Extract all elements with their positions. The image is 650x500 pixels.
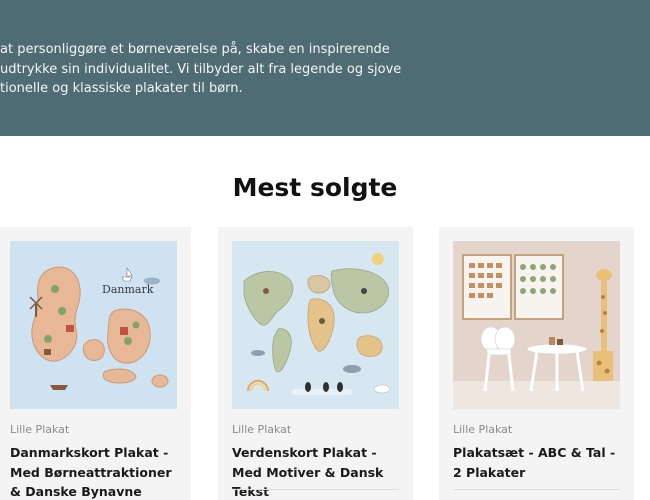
- product-vendor: Lille Plakat: [453, 423, 513, 436]
- product-image[interactable]: [232, 241, 399, 409]
- hero-banner: at personliggøre et børneværelse på, ska…: [0, 0, 650, 136]
- product-title[interactable]: Plakatsæt - ABC & Tal - 2 Plakater: [453, 443, 625, 482]
- product-title[interactable]: Verdenskort Plakat - Med Motiver & Dansk…: [232, 443, 404, 500]
- product-card[interactable]: Danmark Lille Plakat Danmarkskort Plakat…: [0, 227, 191, 500]
- world-map-illustration: [232, 241, 399, 409]
- card-divider: [232, 489, 399, 490]
- product-vendor: Lille Plakat: [232, 423, 292, 436]
- denmark-map-illustration: Danmark: [10, 241, 177, 409]
- card-divider: [453, 489, 620, 490]
- product-image[interactable]: [453, 241, 620, 409]
- product-image[interactable]: Danmark: [10, 241, 177, 409]
- map-title: Danmark: [102, 283, 154, 296]
- section-title: Mest solgte: [232, 173, 398, 202]
- hero-description: at personliggøre et børneværelse på, ska…: [0, 42, 402, 96]
- poster-set-photo: [453, 241, 620, 409]
- product-vendor: Lille Plakat: [10, 423, 70, 436]
- product-card[interactable]: Lille Plakat Plakatsæt - ABC & Tal - 2 P…: [439, 227, 634, 500]
- product-title[interactable]: Danmarkskort Plakat - Med Børneattraktio…: [10, 443, 182, 500]
- product-card[interactable]: Lille Plakat Verdenskort Plakat - Med Mo…: [218, 227, 413, 500]
